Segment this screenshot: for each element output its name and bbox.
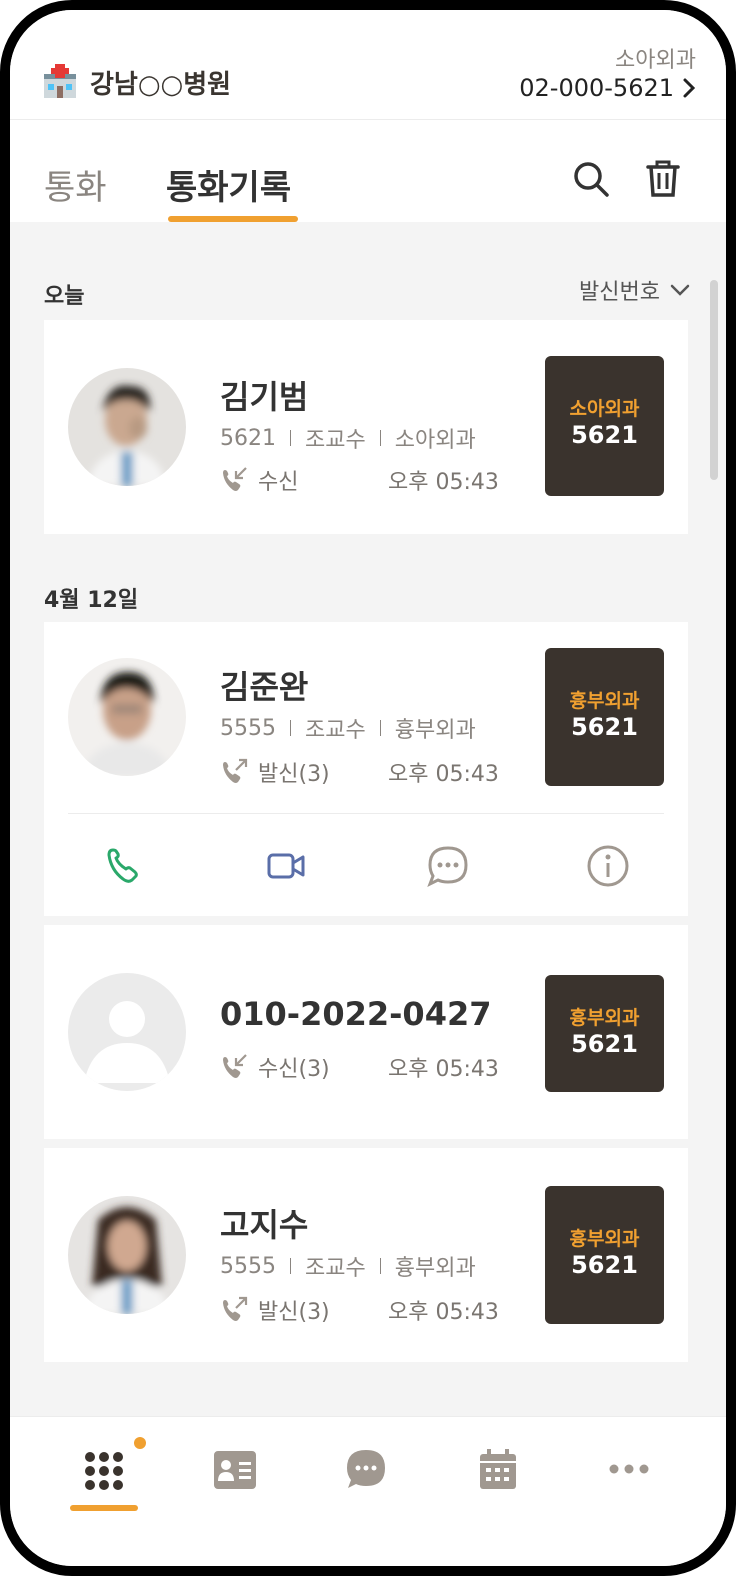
chevron-down-icon bbox=[670, 284, 690, 296]
divider bbox=[68, 813, 664, 814]
call-log-item[interactable]: 김기범 5621 조교수 소아외과 수신 오후 05:43 소아외과 5621 bbox=[44, 320, 688, 534]
search-icon[interactable] bbox=[572, 160, 610, 198]
outgoing-call-icon bbox=[223, 1296, 248, 1321]
info-icon[interactable] bbox=[586, 844, 630, 888]
scrollbar[interactable] bbox=[710, 280, 718, 480]
contact-info: 5555 조교수 흉부외과 bbox=[220, 1250, 476, 1282]
call-type-label: 발신(3) bbox=[258, 762, 330, 787]
badge-department: 흉부외과 bbox=[569, 1228, 640, 1250]
calendar-icon[interactable] bbox=[478, 1447, 518, 1491]
call-type: 발신(3) bbox=[220, 756, 330, 788]
department-badge: 소아외과 5621 bbox=[545, 356, 664, 496]
avatar bbox=[68, 1196, 186, 1314]
filter-label: 발신번호 bbox=[579, 280, 660, 305]
outgoing-call-icon bbox=[223, 758, 248, 783]
tab-bar: 통화 통화기록 bbox=[10, 120, 726, 222]
incoming-call-icon bbox=[223, 1054, 247, 1078]
call-time: 오후 05:43 bbox=[388, 1300, 499, 1325]
contact-title: 조교수 bbox=[305, 718, 366, 743]
call-type-label: 발신(3) bbox=[258, 1300, 330, 1325]
hospital-icon bbox=[44, 64, 76, 98]
chevron-right-icon bbox=[683, 78, 696, 98]
department-badge: 흉부외과 5621 bbox=[545, 975, 664, 1092]
active-nav-indicator bbox=[70, 1505, 138, 1511]
message-icon[interactable] bbox=[344, 1447, 388, 1491]
contact-extension: 5621 bbox=[220, 425, 276, 451]
section-title-date: 4월 12일 bbox=[44, 588, 139, 613]
badge-number: 5621 bbox=[571, 1251, 638, 1279]
call-time: 오후 05:43 bbox=[388, 1057, 499, 1082]
call-type: 수신 bbox=[220, 464, 298, 496]
filter-dropdown[interactable]: 발신번호 bbox=[579, 274, 690, 306]
header-phone-link[interactable]: 02-000-5621 bbox=[519, 74, 696, 102]
chat-icon[interactable] bbox=[426, 844, 470, 888]
contact-info: 5621 조교수 소아외과 bbox=[220, 422, 476, 454]
call-time: 오후 05:43 bbox=[388, 762, 499, 787]
incoming-call-icon bbox=[223, 467, 247, 491]
department-badge: 흉부외과 5621 bbox=[545, 1186, 664, 1324]
badge-number: 5621 bbox=[571, 1030, 638, 1058]
call-type-label: 수신(3) bbox=[258, 1057, 330, 1082]
header-department: 소아외과 bbox=[615, 48, 696, 73]
tab-call[interactable]: 통화 bbox=[44, 160, 107, 209]
contact-department: 흉부외과 bbox=[394, 1256, 476, 1281]
avatar bbox=[68, 368, 186, 486]
default-avatar-icon bbox=[68, 973, 186, 1091]
call-time: 오후 05:43 bbox=[388, 470, 499, 495]
contact-name: 김준완 bbox=[220, 668, 309, 706]
bottom-navigation bbox=[10, 1416, 726, 1566]
tab-call-log[interactable]: 통화기록 bbox=[166, 160, 291, 209]
dialpad-icon[interactable] bbox=[84, 1451, 124, 1491]
call-type-label: 수신 bbox=[258, 470, 299, 495]
hospital-name: 강남○○병원 bbox=[90, 70, 232, 100]
contact-phone-number: 010-2022-0427 bbox=[220, 995, 492, 1033]
contact-extension: 5555 bbox=[220, 715, 276, 741]
call-log-item[interactable]: 김준완 5555 조교수 흉부외과 발신(3) 오후 05:43 흉부외과 56… bbox=[44, 622, 688, 916]
avatar bbox=[68, 658, 186, 776]
badge-department: 흉부외과 bbox=[569, 690, 640, 712]
phone-icon[interactable] bbox=[106, 846, 146, 886]
badge-department: 소아외과 bbox=[569, 398, 640, 420]
contact-department: 흉부외과 bbox=[394, 718, 476, 743]
call-type: 발신(3) bbox=[220, 1294, 330, 1326]
contact-department: 소아외과 bbox=[394, 428, 476, 453]
call-log-item[interactable]: 고지수 5555 조교수 흉부외과 발신(3) 오후 05:43 흉부외과 56… bbox=[44, 1148, 688, 1362]
contacts-icon[interactable] bbox=[212, 1449, 258, 1491]
contact-title: 조교수 bbox=[305, 1256, 366, 1281]
contact-title: 조교수 bbox=[305, 428, 366, 453]
contact-name: 김기범 bbox=[220, 378, 309, 416]
video-call-icon[interactable] bbox=[266, 848, 306, 884]
call-log-list[interactable]: 오늘 발신번호 김기범 5621 조교수 소아외과 수신 오후 05:43 소아… bbox=[10, 222, 726, 1416]
call-type: 수신(3) bbox=[220, 1051, 330, 1083]
phone-frame: 강남○○병원 소아외과 02-000-5621 통화 통화기록 오늘 발신번호 bbox=[0, 0, 736, 1576]
contact-name: 고지수 bbox=[220, 1206, 309, 1244]
trash-icon[interactable] bbox=[646, 160, 680, 198]
department-badge: 흉부외과 5621 bbox=[545, 648, 664, 786]
contact-info: 5555 조교수 흉부외과 bbox=[220, 712, 476, 744]
app-header: 강남○○병원 소아외과 02-000-5621 bbox=[10, 10, 726, 120]
badge-number: 5621 bbox=[571, 421, 638, 449]
badge-department: 흉부외과 bbox=[569, 1007, 640, 1029]
section-title-today: 오늘 bbox=[44, 284, 85, 309]
contact-extension: 5555 bbox=[220, 1253, 276, 1279]
notification-dot bbox=[134, 1437, 146, 1449]
call-log-item[interactable]: 010-2022-0427 수신(3) 오후 05:43 흉부외과 5621 bbox=[44, 925, 688, 1139]
badge-number: 5621 bbox=[571, 713, 638, 741]
more-icon[interactable] bbox=[608, 1463, 650, 1475]
header-phone-number: 02-000-5621 bbox=[519, 74, 674, 102]
